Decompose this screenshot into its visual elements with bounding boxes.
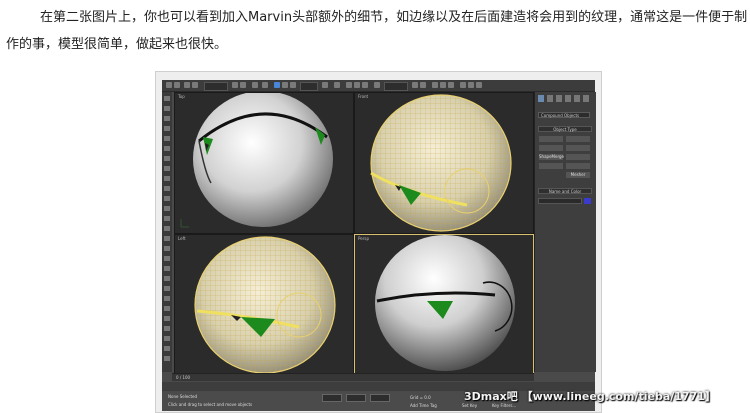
tool-icon[interactable]	[164, 196, 170, 201]
viewport-perspective[interactable]: Persp	[354, 234, 534, 374]
undo-icon[interactable]	[166, 82, 172, 88]
y-coordinate-field[interactable]	[346, 394, 366, 402]
z-coordinate-field[interactable]	[370, 394, 390, 402]
boolean-button[interactable]	[566, 154, 590, 160]
command-panel: Compound Objects Object Type ShapeMerge …	[534, 92, 596, 372]
morph-button[interactable]	[539, 136, 563, 142]
select-by-name-icon[interactable]	[240, 82, 246, 88]
tool-icon[interactable]	[164, 236, 170, 241]
left-toolbar	[162, 92, 172, 372]
tool-icon[interactable]	[164, 336, 170, 341]
tool-icon[interactable]	[164, 126, 170, 131]
selection-status: None Selected	[168, 394, 198, 399]
rotate-icon[interactable]	[282, 82, 288, 88]
tool-icon[interactable]	[164, 226, 170, 231]
tool-icon[interactable]	[164, 356, 170, 361]
tool-icon[interactable]	[164, 316, 170, 321]
viewport-perspective-render	[375, 235, 515, 371]
connect-button[interactable]	[566, 145, 590, 151]
tool-icon[interactable]	[164, 96, 170, 101]
tool-icon[interactable]	[164, 246, 170, 251]
move-icon[interactable]	[274, 82, 280, 88]
object-type-rollout[interactable]: Object Type	[538, 126, 592, 132]
mirror-icon[interactable]	[412, 82, 418, 88]
tool-icon[interactable]	[164, 116, 170, 121]
tool-icon[interactable]	[164, 306, 170, 311]
schematic-view-icon[interactable]	[448, 82, 454, 88]
scatter-button[interactable]	[566, 136, 590, 142]
tool-icon[interactable]	[164, 176, 170, 181]
shapemerge-button[interactable]: ShapeMerge	[539, 154, 564, 160]
scale-icon[interactable]	[290, 82, 296, 88]
3dsmax-window: Top Front Left Persp Compound Objects Ob…	[162, 80, 596, 411]
viewport-top[interactable]: Top	[174, 92, 354, 234]
select-icon[interactable]	[232, 82, 238, 88]
article-line-2: 作的事，模型很简单，做起来也很快。	[6, 37, 228, 52]
viewport-front[interactable]: Front	[354, 92, 534, 234]
viewport-top-render	[180, 93, 333, 228]
rect-region-icon[interactable]	[252, 82, 258, 88]
prompt-line: Click and drag to select and move object…	[168, 402, 253, 407]
render-icon[interactable]	[476, 82, 482, 88]
tool-icon[interactable]	[164, 276, 170, 281]
tool-icon[interactable]	[164, 216, 170, 221]
percent-snap-icon[interactable]	[362, 82, 368, 88]
tool-icon[interactable]	[164, 256, 170, 261]
time-slider[interactable]: 0 / 100	[172, 373, 534, 381]
viewport-front-render	[370, 94, 512, 232]
tool-icon[interactable]	[164, 286, 170, 291]
tool-icon[interactable]	[164, 106, 170, 111]
command-panel-tabs	[538, 95, 593, 103]
viewport-left[interactable]: Left	[174, 234, 354, 374]
tool-icon[interactable]	[164, 346, 170, 351]
object-category-dropdown[interactable]: Compound Objects	[538, 112, 590, 118]
tool-icon[interactable]	[164, 186, 170, 191]
x-coordinate-field[interactable]	[322, 394, 342, 402]
main-toolbar	[162, 80, 595, 92]
object-color-swatch[interactable]	[584, 198, 591, 204]
add-time-tag-button[interactable]: Add Time Tag	[410, 403, 437, 408]
layer-manager-icon[interactable]	[432, 82, 438, 88]
edit-named-selection-icon[interactable]	[374, 82, 380, 88]
link-icon[interactable]	[184, 82, 190, 88]
tool-icon[interactable]	[164, 296, 170, 301]
curve-editor-icon[interactable]	[440, 82, 446, 88]
modify-tab-icon[interactable]	[547, 95, 553, 102]
unlink-icon[interactable]	[192, 82, 198, 88]
snaps-toggle-icon[interactable]	[346, 82, 352, 88]
tool-icon[interactable]	[164, 156, 170, 161]
render-setup-icon[interactable]	[468, 82, 474, 88]
loft-button[interactable]	[566, 163, 590, 169]
article-line-1: 在第二张图片上，你也可以看到加入Marvin头部额外的细节，如边缘以及在后面建造…	[40, 10, 748, 25]
reference-coord-dropdown[interactable]	[300, 82, 318, 91]
selection-filter-dropdown[interactable]	[204, 82, 228, 91]
angle-snap-icon[interactable]	[354, 82, 360, 88]
object-name-field[interactable]	[538, 198, 582, 204]
tool-icon[interactable]	[164, 326, 170, 331]
hierarchy-tab-icon[interactable]	[556, 95, 562, 102]
tool-icon[interactable]	[164, 206, 170, 211]
name-color-rollout[interactable]: Name and Color	[538, 188, 592, 194]
tool-icon[interactable]	[164, 146, 170, 151]
create-tab-icon[interactable]	[538, 95, 544, 102]
named-selection-set-dropdown[interactable]	[384, 82, 408, 91]
window-crossing-icon[interactable]	[262, 82, 268, 88]
motion-tab-icon[interactable]	[565, 95, 571, 102]
tool-icon[interactable]	[164, 166, 170, 171]
watermark: 3Dmax吧 【www.lineeg.com/tieba/1771】	[464, 390, 716, 403]
align-icon[interactable]	[420, 82, 426, 88]
mesher-button[interactable]: Mesher	[566, 172, 590, 178]
grid-readout: Grid = 0.0	[410, 395, 431, 400]
tool-icon[interactable]	[164, 136, 170, 141]
redo-icon[interactable]	[174, 82, 180, 88]
tool-icon[interactable]	[164, 266, 170, 271]
select-manipulate-icon[interactable]	[334, 82, 340, 88]
material-editor-icon[interactable]	[460, 82, 466, 88]
terrain-button[interactable]	[539, 163, 563, 169]
display-tab-icon[interactable]	[574, 95, 580, 102]
pivot-icon[interactable]	[322, 82, 328, 88]
utilities-tab-icon[interactable]	[583, 95, 589, 102]
viewport-left-render	[194, 236, 336, 373]
conform-button[interactable]	[539, 145, 563, 151]
